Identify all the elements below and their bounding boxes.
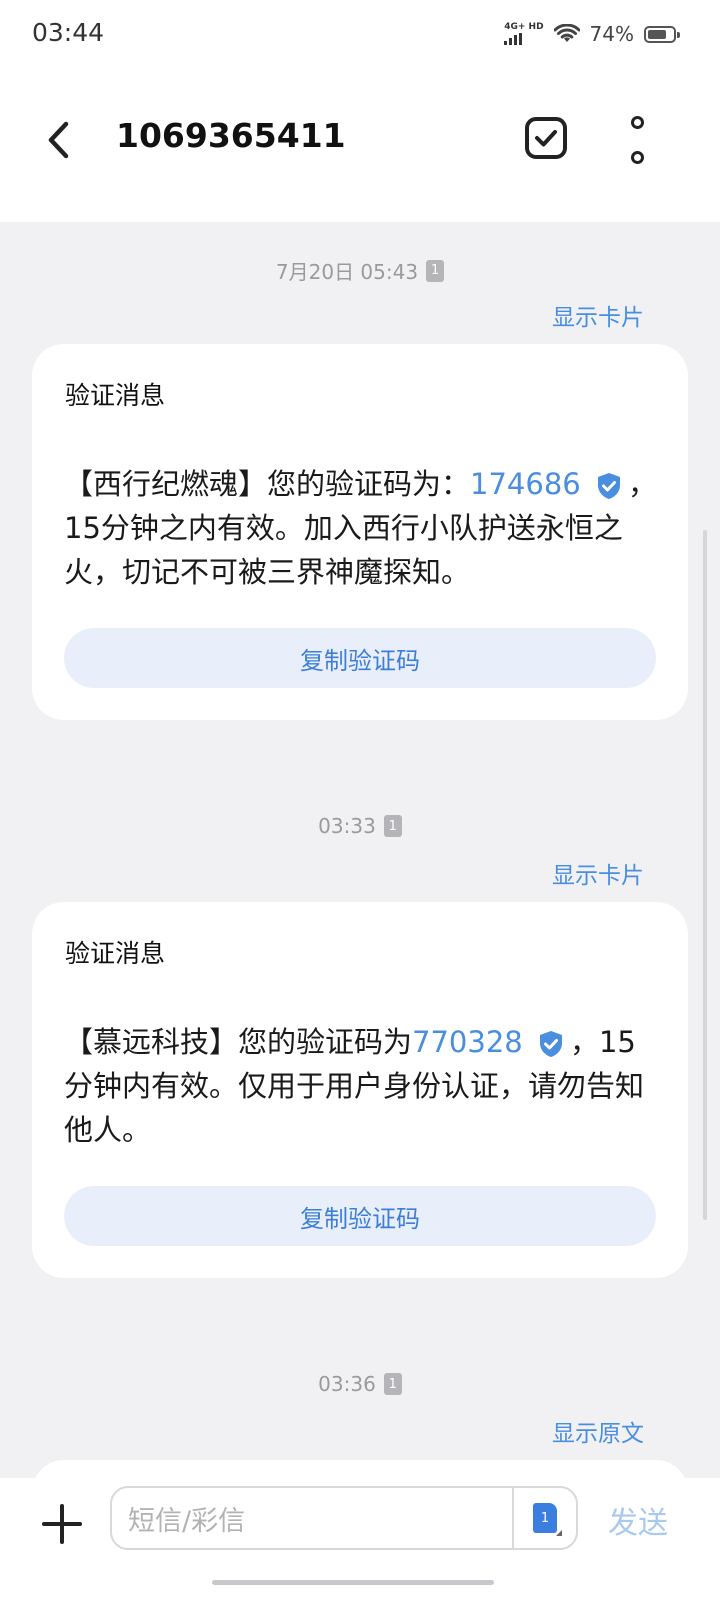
- message-input[interactable]: 短信/彩信 1: [110, 1486, 578, 1550]
- timestamp-text: 7月20日 05:43: [275, 260, 419, 284]
- back-button[interactable]: [36, 110, 80, 170]
- wifi-icon: [553, 24, 580, 42]
- add-attachment-button[interactable]: [40, 1502, 84, 1546]
- send-button[interactable]: 发送: [608, 1498, 668, 1542]
- network-type-label: 4G+ HD: [504, 22, 544, 32]
- card-title: 验证消息: [65, 381, 166, 410]
- verification-code[interactable]: 770328: [412, 1025, 523, 1059]
- message-timestamp: 03:33 1: [0, 814, 720, 838]
- message-timestamp: 7月20日 05:43 1: [0, 256, 720, 285]
- status-time: 03:44: [32, 18, 105, 47]
- verification-card: 验证消息 【西行纪燃魂】您的验证码为：174686 ，15分钟之内有效。加入西行…: [32, 344, 688, 720]
- message-composer: 短信/彩信 1 发送: [0, 1478, 720, 1600]
- message-text: 【西行纪燃魂】您的验证码为：: [64, 467, 471, 501]
- sim-badge-icon: 1: [383, 815, 402, 837]
- dropdown-corner-icon: [556, 1530, 562, 1536]
- status-icons: 4G+ HD 74%: [504, 20, 680, 48]
- timestamp-text: 03:33: [318, 814, 376, 838]
- message-input-placeholder: 短信/彩信: [128, 1505, 246, 1537]
- more-dot-icon: [630, 151, 644, 164]
- sim-badge-icon: 1: [426, 259, 445, 282]
- home-indicator[interactable]: [212, 1580, 494, 1585]
- scrollbar[interactable]: [703, 530, 707, 1220]
- conversation-header: 1069365411: [0, 70, 720, 222]
- sim-card-icon: 1: [533, 1503, 557, 1533]
- battery-icon: [644, 25, 680, 43]
- status-bar: 03:44 4G+ HD 74%: [0, 0, 720, 70]
- signal-bars: [504, 33, 523, 45]
- message-text: 【慕远科技】您的验证码为: [64, 1025, 413, 1059]
- message-body: 【慕远科技】您的验证码为770328 ，15分钟内有效。仅用于用户身份认证，请勿…: [64, 1020, 664, 1152]
- verified-shield-icon: [597, 473, 620, 499]
- card-title: 验证消息: [65, 939, 166, 968]
- sim-select-button[interactable]: 1: [512, 1488, 576, 1548]
- more-options-button[interactable]: [622, 116, 652, 164]
- message-body: 【西行纪燃魂】您的验证码为：174686 ，15分钟之内有效。加入西行小队护送永…: [64, 462, 664, 594]
- signal-icon: 4G+ HD: [504, 22, 544, 45]
- copy-code-button[interactable]: 复制验证码: [64, 628, 656, 688]
- verified-shield-icon: [539, 1031, 562, 1057]
- show-card-link[interactable]: 显示卡片: [552, 298, 644, 332]
- verification-code[interactable]: 174686: [470, 467, 581, 501]
- more-dot-icon: [630, 116, 644, 129]
- copy-code-button[interactable]: 复制验证码: [64, 1186, 656, 1246]
- battery-percent: 74%: [589, 22, 634, 46]
- timestamp-text: 03:36: [318, 1372, 376, 1396]
- show-card-link[interactable]: 显示卡片: [552, 856, 644, 890]
- select-messages-button[interactable]: [524, 116, 568, 160]
- checkbox-icon: [525, 117, 567, 159]
- verification-card: 验证消息 【慕远科技】您的验证码为770328 ，15分钟内有效。仅用于用户身份…: [32, 902, 688, 1278]
- sim-badge-icon: 1: [383, 1373, 402, 1395]
- contact-title: 1069365411: [116, 116, 346, 155]
- back-arrow-icon: [48, 121, 69, 159]
- message-timestamp: 03:36 1: [0, 1372, 720, 1396]
- show-original-link[interactable]: 显示原文: [552, 1414, 644, 1448]
